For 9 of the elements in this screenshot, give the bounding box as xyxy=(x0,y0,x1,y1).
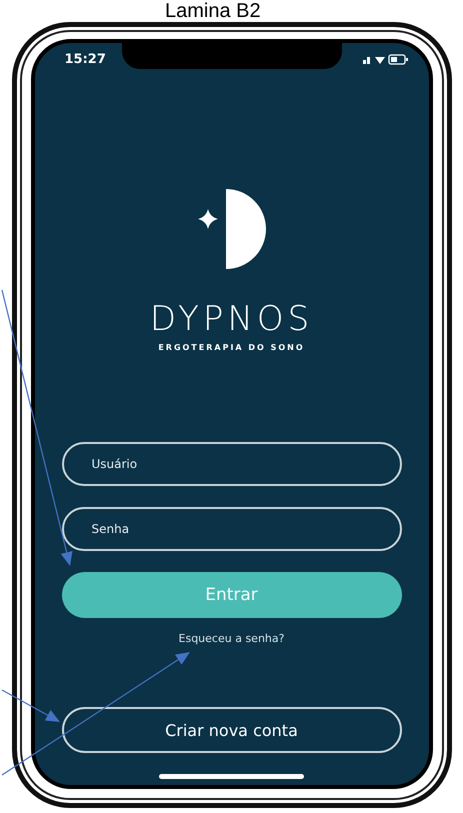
signup-button[interactable]: Criar nova conta xyxy=(62,707,402,753)
status-time: 15:27 xyxy=(64,52,106,66)
brand-name: DYPNOS xyxy=(150,299,314,339)
input-field[interactable]: Usuário xyxy=(62,442,402,486)
caption: Lamina B2 xyxy=(165,0,261,22)
status-icons xyxy=(362,53,408,65)
forgot-password-link[interactable]: Esqueceu a senha? xyxy=(178,632,284,645)
input-field[interactable]: Senha xyxy=(62,507,402,551)
brand-tagline: ERGOTERAPIA DO SONO xyxy=(158,343,305,352)
